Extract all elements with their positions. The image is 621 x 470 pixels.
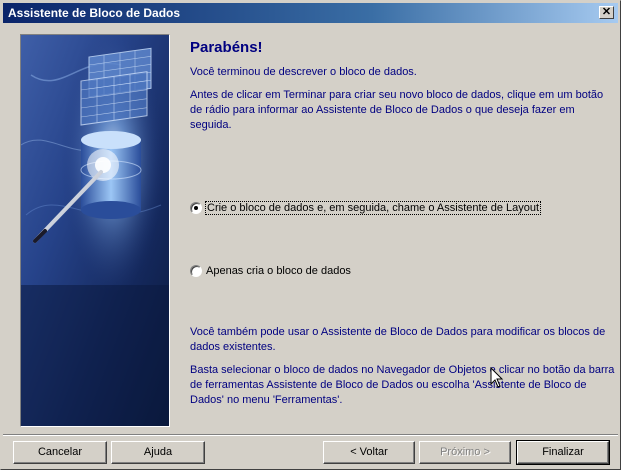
back-button[interactable]: < Voltar xyxy=(323,441,415,464)
page-heading: Parabéns! xyxy=(190,39,263,56)
title-bar[interactable]: Assistente de Bloco de Dados ✕ xyxy=(3,3,618,23)
mouse-pointer-icon xyxy=(490,367,504,388)
option-label[interactable]: Crie o bloco de dados e, em seguida, cha… xyxy=(204,201,542,215)
radio-button-unchecked[interactable] xyxy=(190,265,202,277)
radio-button-checked[interactable] xyxy=(190,202,202,214)
note-modify-text: Você também pode usar o Assistente de Bl… xyxy=(190,326,606,353)
help-button[interactable]: Ajuda xyxy=(111,441,205,464)
window-title: Assistente de Bloco de Dados xyxy=(8,6,181,20)
note-toolbar-text: Basta selecionar o bloco de dados no Nav… xyxy=(190,364,615,406)
wizard-illustration xyxy=(20,34,170,427)
option-layout-wizard[interactable]: Crie o bloco de dados e, em seguida, cha… xyxy=(190,200,542,216)
option-only-create[interactable]: Apenas cria o bloco de dados xyxy=(190,263,351,279)
intro-text: Você terminou de descrever o bloco de da… xyxy=(190,66,417,78)
button-separator xyxy=(3,434,618,436)
close-icon: ✕ xyxy=(601,6,612,18)
option-label[interactable]: Apenas cria o bloco de dados xyxy=(206,265,351,277)
close-button[interactable]: ✕ xyxy=(599,6,614,19)
instructions-text: Antes de clicar em Terminar para criar s… xyxy=(190,89,604,131)
finish-button[interactable]: Finalizar xyxy=(516,440,610,465)
wizard-window: Assistente de Bloco de Dados ✕ Parabéns!… xyxy=(0,0,621,470)
cancel-button[interactable]: Cancelar xyxy=(13,441,107,464)
database-wizard-illustration-icon xyxy=(21,35,169,426)
next-button[interactable]: Próximo > xyxy=(419,441,511,464)
